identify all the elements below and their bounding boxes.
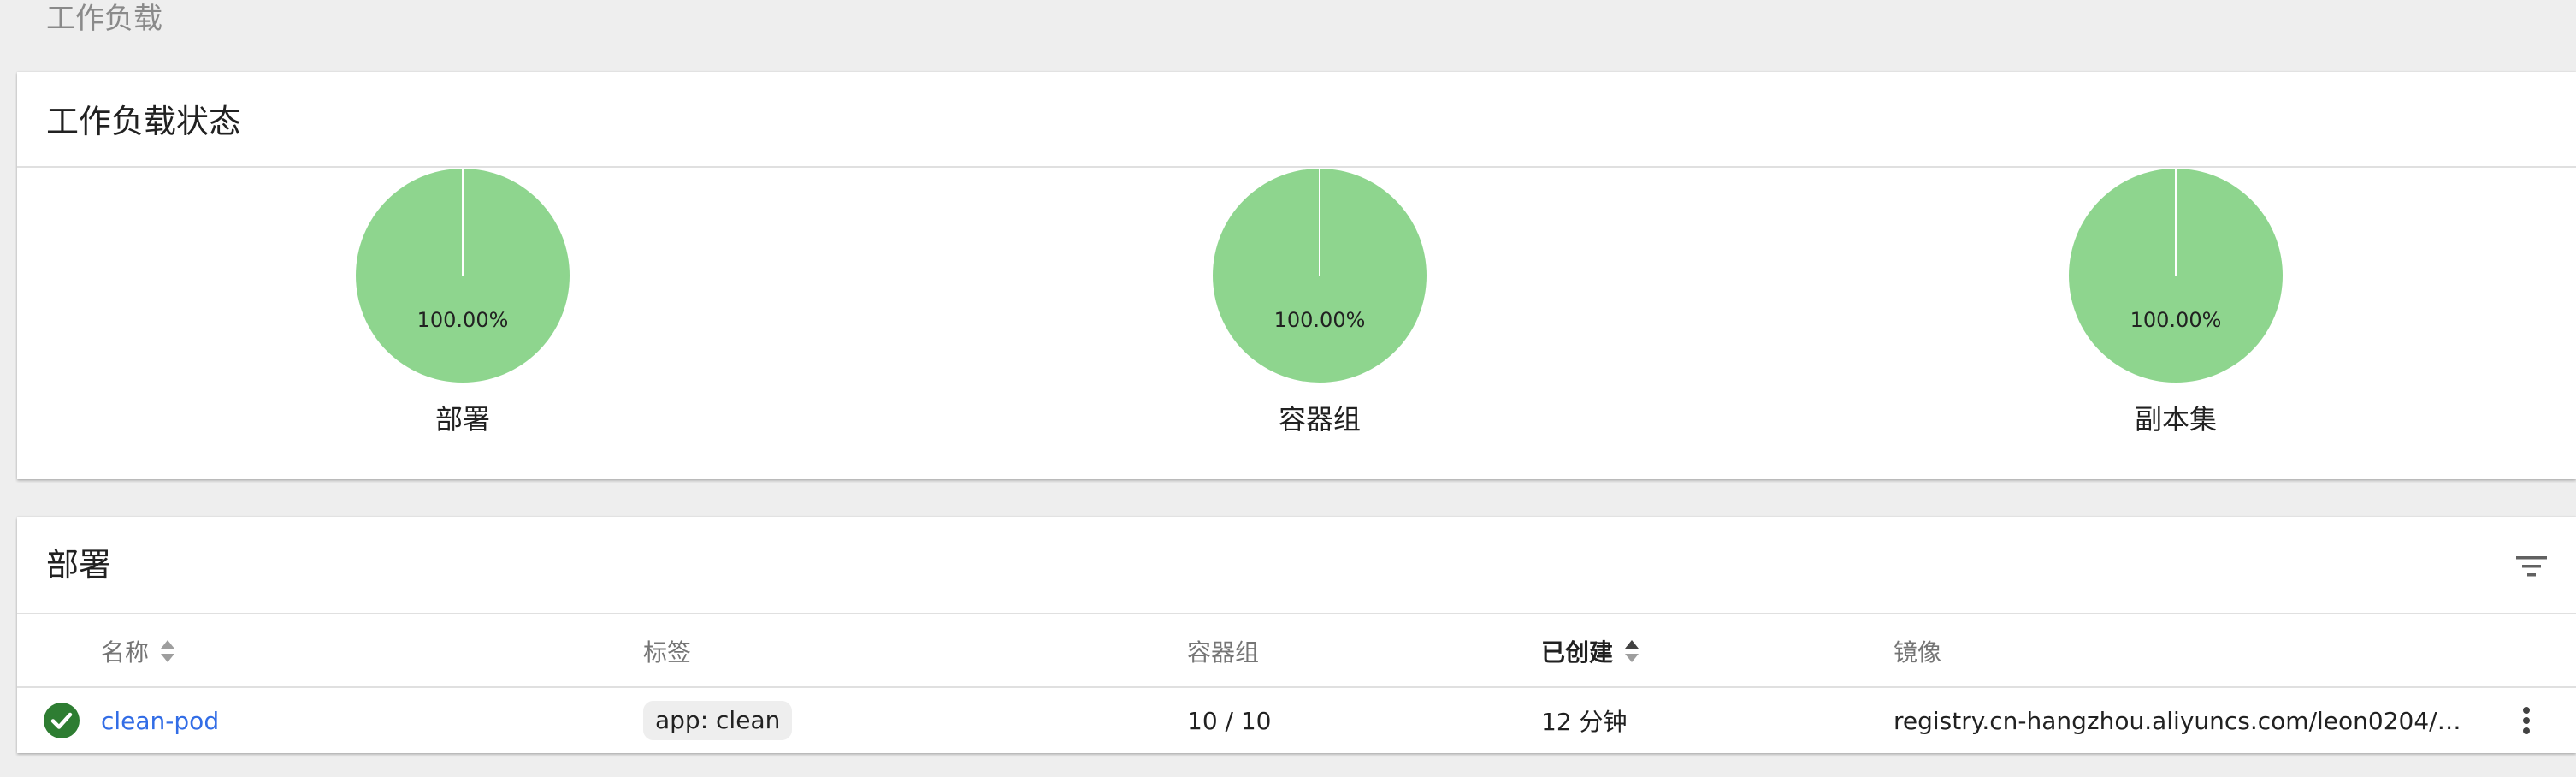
status-charts: 100.00% 部署 100.00% 容器组 100.00% 副本集 [17, 168, 2576, 476]
column-header-name[interactable]: 名称 [101, 616, 176, 686]
table-header: 名称 标签 容器组 已创建 镜像 [17, 616, 2576, 686]
pie-percent-label: 100.00% [1274, 308, 1366, 332]
table-row: clean-pod app: clean 10 / 10 12 分钟 regis… [17, 688, 2576, 753]
chart-replicasets: 100.00% 副本集 [2047, 168, 2304, 476]
filter-icon [2516, 556, 2547, 577]
chart-label-deployments: 部署 [434, 403, 490, 436]
column-header-labels: 标签 [643, 638, 692, 667]
created-cell: 12 分钟 [1541, 708, 1628, 736]
chart-label-pods: 容器组 [1278, 403, 1361, 436]
page-heading: 工作负载 [46, 2, 162, 36]
pie-percent-label: 100.00% [417, 308, 509, 332]
chart-pods: 100.00% 容器组 [1191, 168, 1448, 476]
pie-chart-replicasets: 100.00% [2069, 169, 2283, 383]
pie-chart-deployments: 100.00% [356, 169, 570, 383]
deployments-card: 部署 名称 标签 容器组 已创建 镜像 clean-pod app: clean… [17, 517, 2576, 753]
status-cell [43, 688, 80, 753]
deployments-title: 部署 [46, 546, 112, 584]
column-header-name-label: 名称 [101, 638, 150, 667]
pie-percent-label: 100.00% [2130, 308, 2222, 332]
pie-chart-pods: 100.00% [1213, 169, 1427, 383]
row-menu-button[interactable] [2520, 688, 2533, 753]
column-header-created[interactable]: 已创建 [1541, 616, 1640, 686]
sort-icon [161, 640, 175, 662]
labels-cell: app: clean [643, 688, 793, 753]
label-chip: app: clean [643, 701, 793, 740]
column-header-created-label: 已创建 [1541, 638, 1614, 667]
deployment-name-link[interactable]: clean-pod [101, 707, 219, 735]
more-vert-icon [2523, 707, 2530, 734]
column-header-pods: 容器组 [1187, 638, 1260, 667]
deployment-name-cell: clean-pod [101, 688, 219, 753]
filter-button[interactable] [2513, 548, 2550, 585]
column-header-images: 镜像 [1894, 638, 1942, 667]
pods-cell: 10 / 10 [1187, 706, 1272, 735]
workload-status-card: 工作负载状态 100.00% 部署 100.00% 容器组 100.00% 副本… [17, 72, 2576, 479]
chart-deployments: 100.00% 部署 [334, 168, 591, 476]
check-circle-icon [44, 703, 80, 738]
sort-icon [1625, 640, 1640, 662]
card-divider [17, 613, 2576, 614]
workload-status-title: 工作负载状态 [46, 103, 242, 140]
chart-label-replicasets: 副本集 [2134, 403, 2217, 436]
image-cell: registry.cn-hangzhou.aliyuncs.com/leon02… [1894, 706, 2461, 735]
